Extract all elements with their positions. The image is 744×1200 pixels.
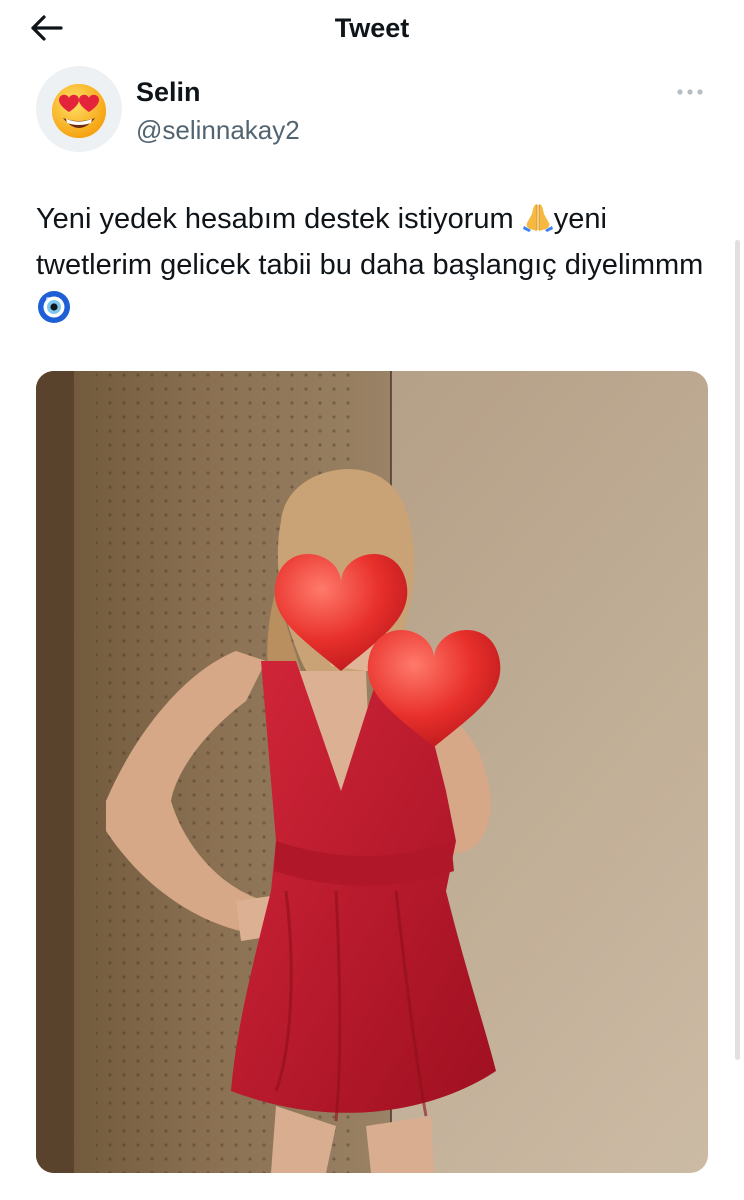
page-title: Tweet: [334, 13, 410, 43]
user-handle[interactable]: @selinnakay2: [136, 114, 300, 146]
nazar-amulet-emoji: [38, 291, 70, 323]
folded-hands-emoji: [522, 204, 553, 232]
more-horizontal-icon: [677, 89, 703, 95]
more-options-button[interactable]: [672, 80, 708, 104]
tweet-text: Yeni yedek hesabım destek istiyorum yeni…: [36, 196, 716, 334]
scrollbar[interactable]: [735, 240, 740, 1060]
tweet-photo[interactable]: [36, 371, 708, 1173]
tweet-author: Selin @selinnakay2: [36, 66, 716, 156]
tweet-text-part1: Yeni yedek hesabım destek istiyorum: [36, 203, 522, 235]
top-bar: Tweet: [0, 0, 744, 56]
avatar[interactable]: [36, 66, 122, 152]
photo-image: [36, 371, 708, 1173]
heart-eyes-emoji-avatar: [36, 66, 122, 152]
display-name[interactable]: Selin: [136, 76, 201, 108]
